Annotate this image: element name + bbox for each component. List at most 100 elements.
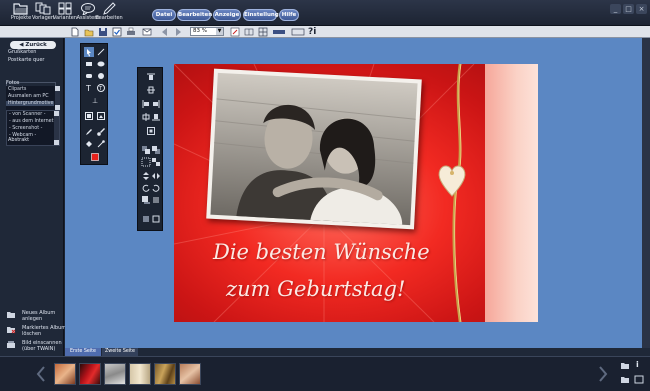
thumbnail[interactable] <box>154 363 176 385</box>
rounded-rect-tool-icon[interactable] <box>84 71 94 81</box>
menu-datei[interactable]: Datei <box>152 9 176 21</box>
checkbox-icon[interactable] <box>112 27 122 37</box>
list-item[interactable]: Ausmalen am PC <box>8 94 49 99</box>
list-item[interactable]: Hintergrundmotive <box>6 101 54 106</box>
save-icon[interactable] <box>98 27 108 37</box>
new-page-icon[interactable] <box>70 27 80 37</box>
list-item[interactable]: - aus dem Internet - <box>9 119 57 124</box>
curved-text-tool-icon[interactable]: T <box>96 83 106 93</box>
album-add-icon[interactable] <box>620 375 630 384</box>
main-toolbar: Projekte Vorlagen Varianten Assistent Be… <box>0 0 650 26</box>
menu-einstellungen[interactable]: Einstellungen <box>243 9 286 21</box>
transparency-icon[interactable] <box>151 195 161 205</box>
delete-album-icon <box>7 327 16 334</box>
menu-bearbeiten[interactable]: Bearbeiten <box>177 9 212 21</box>
prev-page-icon[interactable] <box>160 27 170 37</box>
rotate-left-icon[interactable] <box>141 183 151 193</box>
menu-anzeige[interactable]: Anzeige <box>213 9 241 21</box>
new-album-button[interactable]: Neues Album anlegen <box>6 310 66 324</box>
next-page-icon[interactable] <box>173 27 183 37</box>
list-item-abstract[interactable]: Abstrakt <box>8 137 29 143</box>
edit-button[interactable]: Bearbeiten <box>95 2 123 26</box>
list-item[interactable]: - Screenshot - <box>9 126 42 131</box>
group-icon[interactable] <box>141 157 151 167</box>
grid-icon[interactable] <box>258 27 268 37</box>
line-tool-icon[interactable] <box>96 47 106 57</box>
flip-vertical-icon[interactable] <box>141 171 151 181</box>
send-to-back-icon[interactable] <box>151 145 161 155</box>
layout-icon[interactable] <box>244 27 254 37</box>
fill-bucket-tool-icon[interactable] <box>84 139 94 149</box>
rotate-right-icon[interactable] <box>151 183 161 193</box>
ungroup-icon[interactable] <box>151 157 161 167</box>
greeting-text-line1[interactable]: Die besten Wünsche <box>213 240 430 264</box>
filmstrip-next-icon[interactable] <box>598 365 608 383</box>
color-swatch-icon[interactable] <box>90 152 100 162</box>
maximize-button[interactable]: □ <box>623 4 634 14</box>
scan-image-button[interactable]: Bild einscannen (über TWAIN) <box>6 340 66 354</box>
couple-photo[interactable] <box>206 68 422 230</box>
help-icon[interactable]: ?i <box>308 27 322 37</box>
page-tabs: Erste Seite Zweite Seite <box>65 348 650 356</box>
category-item-postcard[interactable]: Postkarte quer <box>8 57 45 63</box>
pipette-tool-icon[interactable] <box>84 127 94 137</box>
close-button[interactable]: × <box>636 4 647 14</box>
thumbnail[interactable] <box>79 363 101 385</box>
rectangle-tool-icon[interactable] <box>84 59 94 69</box>
minimize-button[interactable]: _ <box>610 4 621 14</box>
frame-icon[interactable] <box>291 27 305 37</box>
ellipse-tool-icon[interactable] <box>96 59 106 69</box>
image-filmstrip: i <box>0 356 650 391</box>
align-middle-icon[interactable] <box>146 85 156 95</box>
print-icon[interactable] <box>126 27 136 37</box>
clipart-frame-tool-icon[interactable] <box>96 111 106 121</box>
scrollbar[interactable] <box>55 86 60 110</box>
svg-text:T: T <box>85 84 91 93</box>
thumbnail[interactable] <box>104 363 126 385</box>
bring-to-front-icon[interactable] <box>141 145 151 155</box>
tab-first-page[interactable]: Erste Seite <box>65 348 101 356</box>
filmstrip-prev-icon[interactable] <box>36 365 46 383</box>
scan-icon <box>7 341 15 348</box>
align-left-icon[interactable] <box>141 99 151 109</box>
text-tool-icon[interactable]: T <box>84 83 94 93</box>
magic-wand-tool-icon[interactable] <box>96 139 106 149</box>
vertical-text-tool-icon[interactable]: ⊥ <box>90 95 100 105</box>
menu-hilfe[interactable]: Hilfe <box>279 9 299 21</box>
flip-horizontal-icon[interactable] <box>151 171 161 181</box>
tab-second-page[interactable]: Zweite Seite <box>102 348 138 356</box>
ruler-icon[interactable] <box>272 27 286 37</box>
vertical-scrollbar[interactable] <box>642 38 650 348</box>
thumbnail[interactable] <box>129 363 151 385</box>
center-page-icon[interactable] <box>146 126 156 136</box>
new-album-icon <box>7 312 15 318</box>
album-settings-icon[interactable] <box>634 375 644 384</box>
category-item-greetingcards[interactable]: Grußkarten <box>8 49 36 55</box>
align-bottom-icon[interactable] <box>151 112 161 122</box>
thumbnail[interactable] <box>179 363 201 385</box>
info-icon[interactable]: i <box>636 360 639 369</box>
brush-tool-icon[interactable] <box>96 127 106 137</box>
thumbnail[interactable] <box>54 363 76 385</box>
delete-album-button[interactable]: Markiertes Album löschen <box>6 325 66 339</box>
edit-text-icon[interactable] <box>230 27 240 37</box>
zoom-select[interactable]: 83 % ▼ <box>190 27 224 36</box>
circle-tool-icon[interactable] <box>96 71 106 81</box>
scrollbar[interactable] <box>54 111 59 145</box>
align-top-icon[interactable] <box>146 72 156 82</box>
align-center-icon[interactable] <box>141 112 151 122</box>
lock-object-icon[interactable] <box>141 214 151 224</box>
align-right-icon[interactable] <box>151 99 161 109</box>
properties-icon[interactable] <box>151 214 161 224</box>
image-frame-tool-icon[interactable] <box>84 111 94 121</box>
back-button[interactable]: ◀ Zurück <box>10 41 56 49</box>
greeting-text-line2[interactable]: zum Geburtstag! <box>226 277 405 301</box>
list-item[interactable]: Cliparts <box>8 87 26 92</box>
shadow-icon[interactable] <box>141 195 151 205</box>
select-arrow-icon[interactable] <box>84 47 94 57</box>
list-item[interactable]: - von Scanner - <box>9 112 45 117</box>
folder-open-icon <box>13 3 28 15</box>
mail-icon[interactable] <box>142 27 152 37</box>
open-folder-icon[interactable] <box>84 27 94 37</box>
album-folder-icon[interactable] <box>620 361 630 370</box>
